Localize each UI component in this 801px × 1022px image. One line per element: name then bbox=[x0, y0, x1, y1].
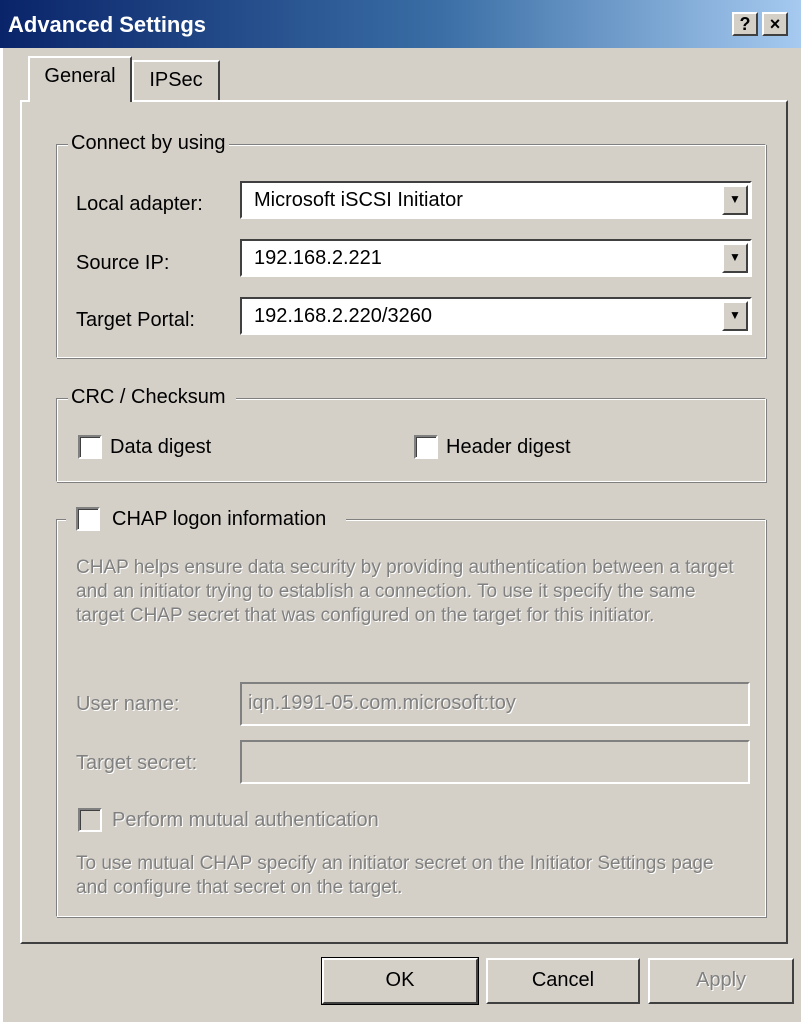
data-digest-label[interactable]: Data digest bbox=[110, 436, 211, 459]
mutual-chap-description: To use mutual CHAP specify an initiator … bbox=[76, 853, 714, 898]
target-secret-field[interactable] bbox=[240, 740, 750, 784]
target-secret-label: Target secret: bbox=[76, 752, 198, 774]
source-ip-label: Source IP: bbox=[76, 252, 170, 274]
header-digest-label[interactable]: Header digest bbox=[446, 436, 571, 459]
chevron-down-icon[interactable]: ▼ bbox=[722, 185, 748, 215]
apply-button[interactable]: Apply bbox=[648, 958, 794, 1004]
local-adapter-label: Local adapter: bbox=[76, 193, 203, 215]
chap-description: CHAP helps ensure data security by provi… bbox=[76, 557, 734, 626]
ok-button[interactable]: OK bbox=[321, 957, 479, 1005]
mutual-auth-checkbox[interactable] bbox=[78, 808, 102, 832]
tab-ipsec[interactable]: IPSec bbox=[132, 60, 220, 100]
chap-logon-label[interactable]: CHAP logon information bbox=[112, 508, 326, 531]
mutual-auth-label[interactable]: Perform mutual authentication bbox=[112, 809, 379, 832]
crc-group-legend: CRC / Checksum bbox=[68, 386, 236, 409]
chevron-down-icon[interactable]: ▼ bbox=[722, 243, 748, 273]
target-portal-label: Target Portal: bbox=[76, 309, 195, 331]
chap-logon-checkbox[interactable] bbox=[76, 507, 100, 531]
user-name-field[interactable]: iqn.1991-05.com.microsoft:toy bbox=[240, 682, 750, 726]
target-portal-value: 192.168.2.220/3260 bbox=[254, 305, 432, 327]
data-digest-checkbox[interactable] bbox=[78, 435, 102, 459]
connect-group-legend: Connect by using bbox=[68, 132, 229, 155]
local-adapter-value: Microsoft iSCSI Initiator bbox=[254, 189, 463, 211]
chevron-down-icon[interactable]: ▼ bbox=[722, 301, 748, 331]
local-adapter-select[interactable]: Microsoft iSCSI Initiator ▼ bbox=[240, 181, 752, 219]
window-frame bbox=[0, 48, 3, 1022]
user-name-value: iqn.1991-05.com.microsoft:toy bbox=[248, 692, 516, 714]
close-button[interactable]: × bbox=[762, 12, 788, 36]
cancel-button[interactable]: Cancel bbox=[486, 958, 640, 1004]
source-ip-select[interactable]: 192.168.2.221 ▼ bbox=[240, 239, 752, 277]
window-title: Advanced Settings bbox=[8, 12, 207, 37]
source-ip-value: 192.168.2.221 bbox=[254, 247, 382, 269]
tab-general[interactable]: General bbox=[28, 56, 132, 102]
target-portal-select[interactable]: 192.168.2.220/3260 ▼ bbox=[240, 297, 752, 335]
help-button[interactable]: ? bbox=[732, 12, 758, 36]
user-name-label: User name: bbox=[76, 693, 180, 715]
header-digest-checkbox[interactable] bbox=[414, 435, 438, 459]
